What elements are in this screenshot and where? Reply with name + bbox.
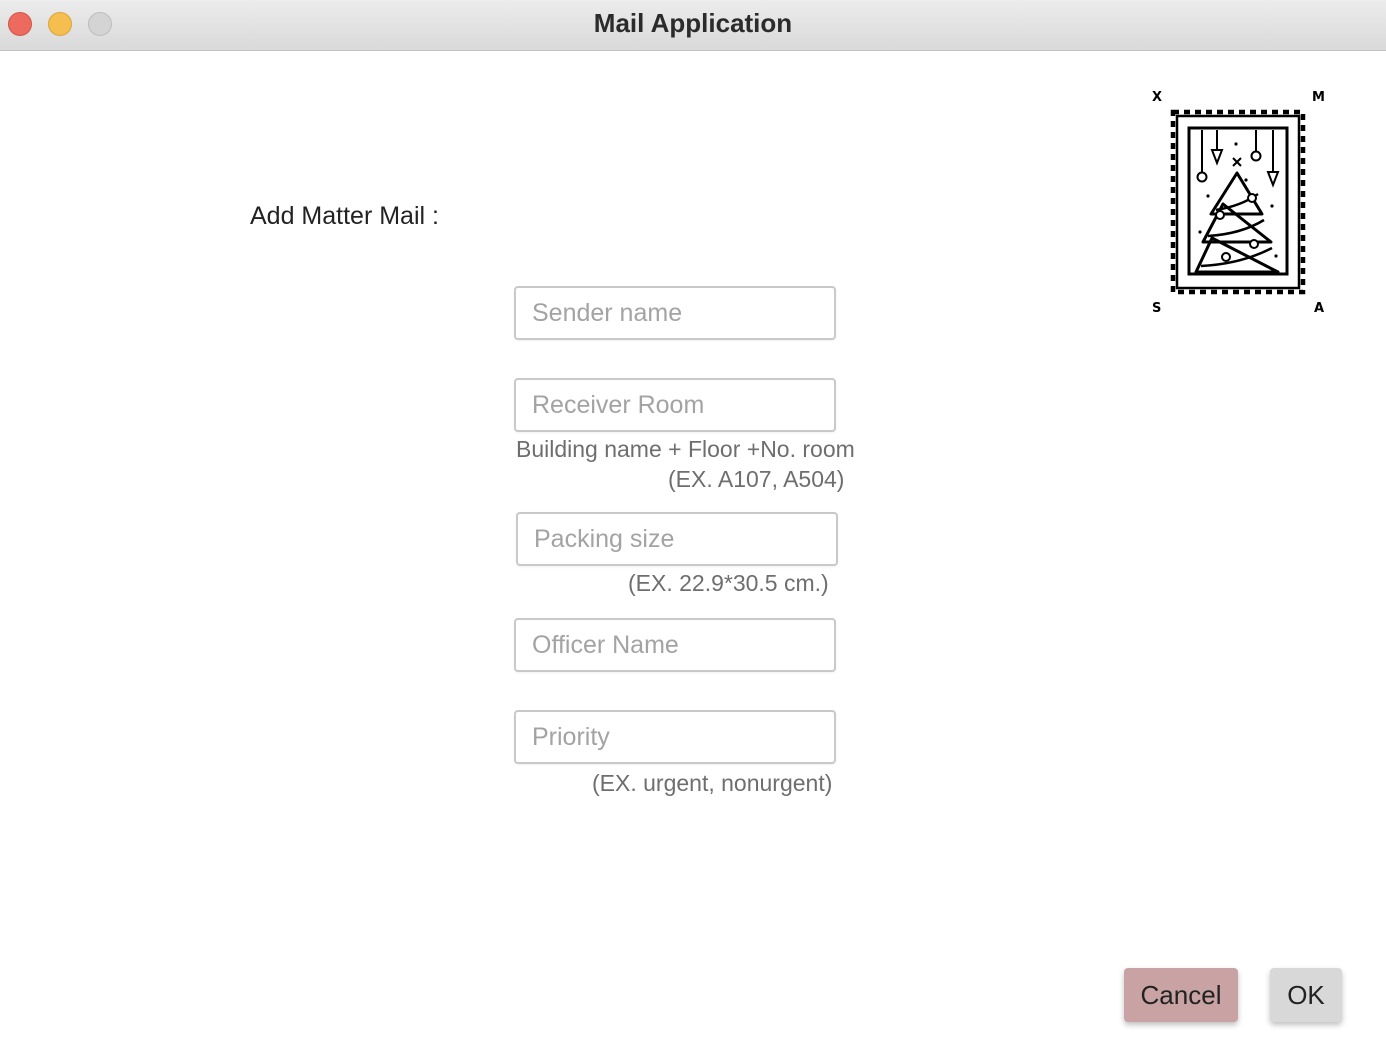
receiver-room-input[interactable]: [516, 380, 834, 430]
priority-example: (EX. urgent, nonurgent): [592, 770, 833, 796]
christmas-stamp-icon: X M S A: [1146, 86, 1330, 318]
officer-name-input[interactable]: [516, 620, 834, 670]
form-heading: Add Matter Mail :: [250, 202, 439, 230]
ok-button[interactable]: OK: [1270, 968, 1342, 1022]
priority-field[interactable]: [514, 710, 836, 764]
logo-letter-m: M: [1312, 90, 1325, 105]
packing-size-example: (EX. 22.9*30.5 cm.): [628, 570, 829, 596]
logo-letter-s: S: [1152, 301, 1161, 316]
sender-name-input[interactable]: [516, 288, 834, 338]
cancel-button[interactable]: Cancel: [1124, 968, 1238, 1022]
window-title: Mail Application: [593, 8, 793, 38]
logo-letter-x: X: [1152, 90, 1162, 105]
packing-size-field[interactable]: [516, 512, 838, 566]
title-bar: Mail Application: [0, 0, 1386, 51]
sender-name-field[interactable]: [514, 286, 836, 340]
mail-application-window: Mail Application Add Matter Mail : Build…: [0, 0, 1386, 1044]
packing-size-input[interactable]: [518, 514, 836, 564]
officer-name-field[interactable]: [514, 618, 836, 672]
receiver-room-example: (EX. A107, A504): [668, 466, 845, 492]
receiver-room-hint: Building name + Floor +No. room: [516, 436, 855, 462]
priority-input[interactable]: [516, 712, 834, 762]
logo-letter-a: A: [1314, 301, 1324, 316]
receiver-room-field[interactable]: [514, 378, 836, 432]
